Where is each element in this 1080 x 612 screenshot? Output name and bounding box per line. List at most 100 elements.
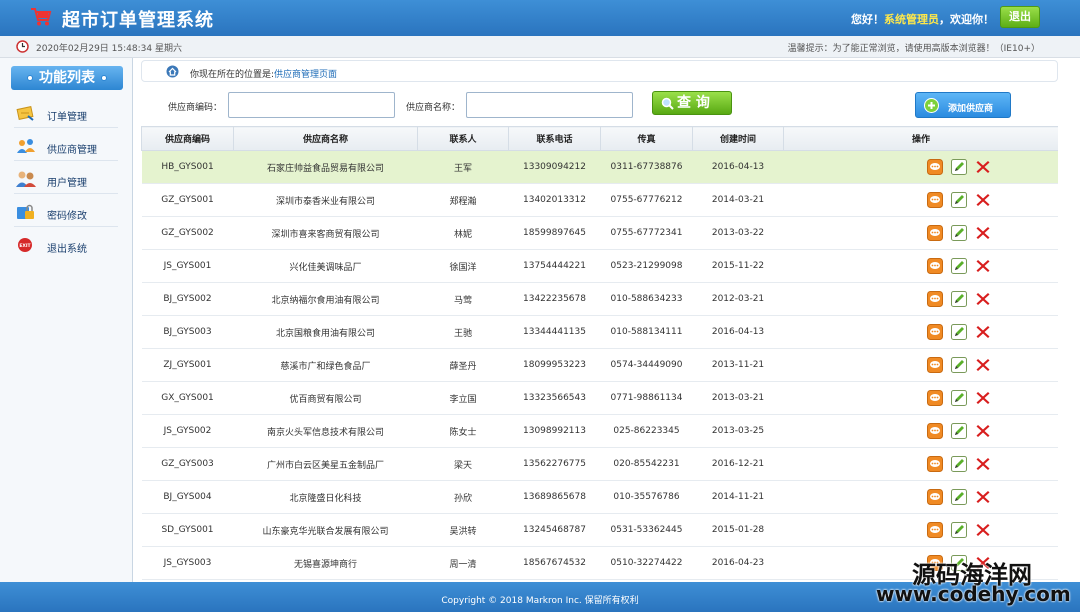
table-row[interactable]: SD_GYS001 山东豪克华光联合发展有限公司 吴洪转 13245468787 053… [141, 513, 1058, 547]
edit-icon[interactable] [951, 423, 967, 439]
view-icon[interactable] [927, 423, 943, 439]
sidebar-item-suppliers[interactable]: 供应商管理 [14, 133, 118, 161]
view-icon[interactable] [927, 258, 943, 274]
edit-icon[interactable] [951, 489, 967, 505]
delete-icon[interactable] [975, 258, 991, 274]
view-icon[interactable] [927, 390, 943, 406]
sidebar-item-orders[interactable]: 订单管理 [14, 100, 118, 128]
delete-icon[interactable] [975, 324, 991, 340]
table-row[interactable]: GZ_GYS002 深圳市喜来客商贸有限公司 林妮 18599897645 0755-6… [141, 216, 1058, 250]
supplier-name-cell: 南京火头军信息技术有限公司 [233, 414, 418, 448]
edit-icon[interactable] [951, 192, 967, 208]
view-icon[interactable] [927, 357, 943, 373]
actions-cell [783, 414, 1058, 448]
phone-cell: 18567674532 [508, 546, 601, 580]
table-row[interactable]: GZ_GYS001 深圳市泰香米业有限公司 郑程瀚 13402013312 0755-6… [141, 183, 1058, 217]
query-button-label: 查 询 [677, 95, 710, 111]
table-header-row: 供应商编码 供应商名称 联系人 联系电话 传真 创建时间 操作 [141, 126, 1058, 151]
supplier-code-cell: JS_GYS003 [141, 546, 234, 580]
edit-icon[interactable] [951, 357, 967, 373]
supplier-code-label: 供应商编码： [168, 103, 223, 113]
view-icon[interactable] [927, 324, 943, 340]
table-row[interactable]: HB_GYS001 石家庄帅益食品贸易有限公司 王军 13309094212 0311-… [141, 150, 1058, 184]
delete-icon[interactable] [975, 489, 991, 505]
table-row[interactable]: BJ_GYS003 北京国粮食用油有限公司 王驰 13344441135 010-588… [141, 315, 1058, 349]
created-date-cell: 2015-11-22 [692, 249, 784, 283]
sidebar-item-label: 供应商管理 [47, 145, 97, 156]
edit-icon[interactable] [951, 522, 967, 538]
column-header: 供应商名称 [233, 126, 418, 151]
supplier-code-cell: JS_GYS001 [141, 249, 234, 283]
user-name: 系统管理员 [884, 13, 939, 26]
supplier-name-cell: 优百商贸有限公司 [233, 381, 418, 415]
delete-icon[interactable] [975, 192, 991, 208]
delete-icon[interactable] [975, 225, 991, 241]
table-row[interactable]: JS_GYS001 兴化佳美调味品厂 徐国洋 13754444221 0523-2129… [141, 249, 1058, 283]
breadcrumb-current[interactable]: 供应商管理页面 [274, 70, 337, 80]
delete-icon[interactable] [975, 291, 991, 307]
dot-icon [27, 75, 33, 81]
actions-cell [783, 513, 1058, 547]
app-header: 超市订单管理系统 您好！系统管理员，欢迎你！ 退出 [0, 0, 1080, 36]
sidebar-item-exit[interactable]: EXIT 退出系统 [14, 232, 118, 260]
sidebar: 功能列表 订单管理 供应商管理 用户管理 密码修改 EXIT 退出系统 [0, 58, 133, 582]
edit-icon[interactable] [951, 324, 967, 340]
view-icon[interactable] [927, 489, 943, 505]
supplier-name-cell: 石家庄帅益食品贸易有限公司 [233, 150, 418, 184]
actions-cell [783, 216, 1058, 250]
breadcrumb: 你现在所在的位置是:供应商管理页面 [141, 60, 1058, 82]
table-row[interactable]: BJ_GYS004 北京隆盛日化科技 孙欣 13689865678 010-355767… [141, 480, 1058, 514]
created-date-cell: 2012-03-21 [692, 282, 784, 316]
add-supplier-button[interactable]: 添加供应商 [915, 92, 1011, 118]
table-row[interactable]: GX_GYS001 优百商贸有限公司 李立国 13323566543 0771-9886… [141, 381, 1058, 415]
delete-icon[interactable] [975, 390, 991, 406]
view-icon[interactable] [927, 522, 943, 538]
fax-cell: 0755-67772341 [600, 216, 693, 250]
delete-icon[interactable] [975, 522, 991, 538]
exit-icon: EXIT [18, 238, 32, 252]
query-button[interactable]: 查 询 [652, 91, 732, 115]
users-icon [16, 171, 36, 187]
magnifier-icon [661, 97, 674, 110]
supplier-code-input[interactable] [228, 92, 395, 118]
view-icon[interactable] [927, 225, 943, 241]
delete-icon[interactable] [975, 159, 991, 175]
table-row[interactable]: JS_GYS002 南京火头军信息技术有限公司 陈女士 13098992113 025-… [141, 414, 1058, 448]
delete-icon[interactable] [975, 456, 991, 472]
table-row[interactable]: BJ_GYS002 北京纳福尔食用油有限公司 马莺 13422235678 010-58… [141, 282, 1058, 316]
supplier-table-wrap: 供应商编码 供应商名称 联系人 联系电话 传真 创建时间 操作 HB_GYS001 石家庄帅益… [141, 126, 1058, 582]
breadcrumb-text: 你现在所在的位置是:供应商管理页面 [190, 67, 337, 80]
fax-cell: 010-588634233 [600, 282, 693, 316]
table-row[interactable]: GZ_GYS003 广州市白云区美星五金制品厂 梁天 13562276775 020-8… [141, 447, 1058, 481]
sidebar-item-users[interactable]: 用户管理 [14, 166, 118, 194]
created-date-cell: 2016-04-13 [692, 150, 784, 184]
supplier-code-cell: BJ_GYS003 [141, 315, 234, 349]
edit-icon[interactable] [951, 159, 967, 175]
phone-cell: 18099953223 [508, 348, 601, 382]
view-icon[interactable] [927, 291, 943, 307]
edit-icon[interactable] [951, 390, 967, 406]
delete-icon[interactable] [975, 423, 991, 439]
column-header: 传真 [600, 126, 693, 151]
edit-icon[interactable] [951, 225, 967, 241]
supplier-code-cell: BJ_GYS004 [141, 480, 234, 514]
sidebar-item-label: 密码修改 [47, 211, 87, 222]
edit-icon[interactable] [951, 291, 967, 307]
logout-button[interactable]: 退出 [1000, 6, 1040, 28]
contact-cell: 梁天 [417, 447, 509, 481]
delete-icon[interactable] [975, 357, 991, 373]
edit-icon[interactable] [951, 258, 967, 274]
contact-cell: 薛圣丹 [417, 348, 509, 382]
sidebar-item-password[interactable]: 密码修改 [14, 199, 118, 227]
view-icon[interactable] [927, 456, 943, 472]
table-row[interactable]: ZJ_GYS001 慈溪市广和绿色食品厂 薛圣丹 18099953223 0574-34… [141, 348, 1058, 382]
supplier-code-cell: GZ_GYS002 [141, 216, 234, 250]
view-icon[interactable] [927, 192, 943, 208]
phone-cell: 13754444221 [508, 249, 601, 283]
supplier-name-cell: 山东豪克华光联合发展有限公司 [233, 513, 418, 547]
welcome-message: 您好！系统管理员，欢迎你！ [851, 11, 994, 27]
phone-cell: 13245468787 [508, 513, 601, 547]
view-icon[interactable] [927, 159, 943, 175]
edit-icon[interactable] [951, 456, 967, 472]
supplier-name-input[interactable] [466, 92, 633, 118]
